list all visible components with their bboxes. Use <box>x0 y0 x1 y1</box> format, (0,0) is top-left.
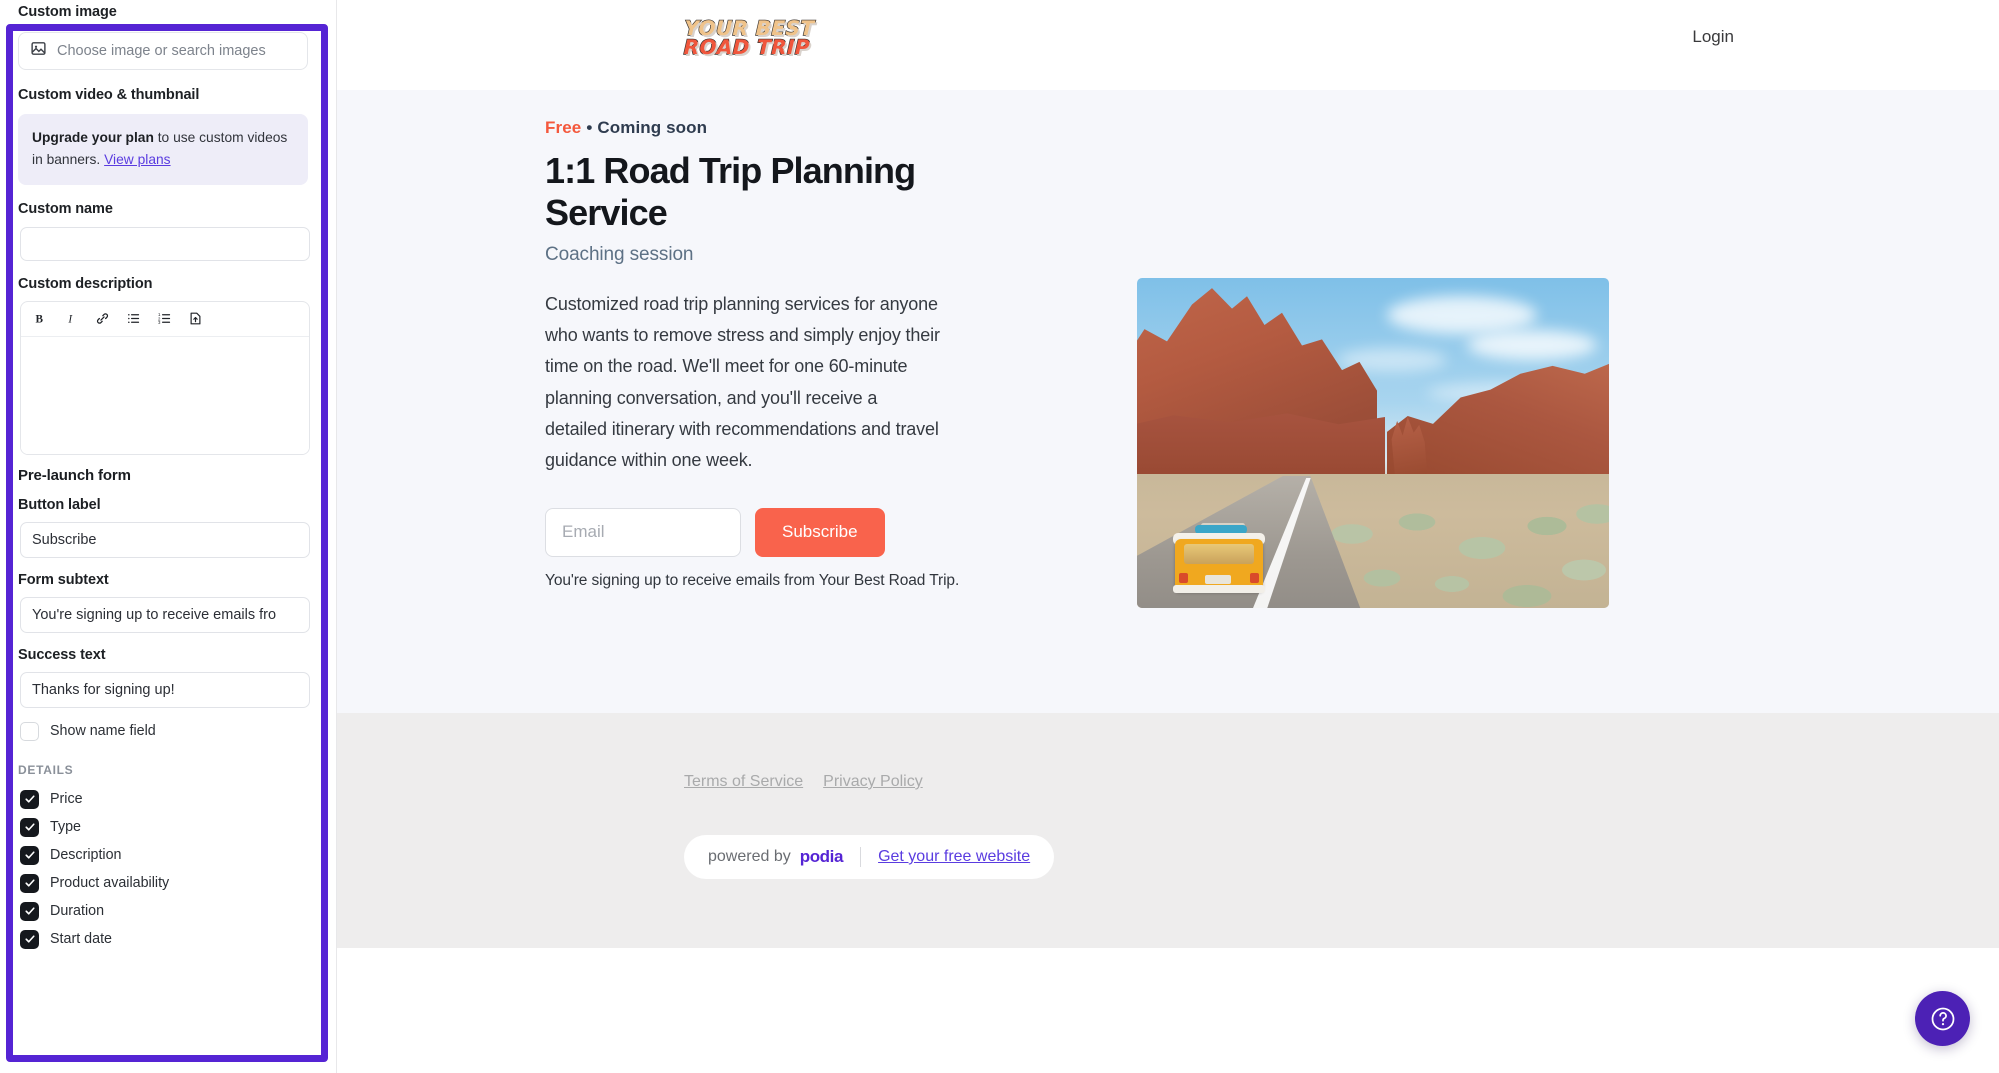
email-input[interactable]: Email <box>545 507 741 557</box>
type-checkbox[interactable] <box>20 817 39 837</box>
logo-line-2: ROAD TRIP <box>683 35 811 60</box>
custom-name-input[interactable] <box>20 226 310 261</box>
detail-row-price[interactable]: Price <box>20 789 318 809</box>
detail-label-duration: Duration <box>50 903 105 920</box>
success-text-label: Success text <box>18 646 106 663</box>
file-upload-icon[interactable] <box>182 306 208 332</box>
powered-by-label: powered by <box>708 848 791 865</box>
availability-badge: Coming soon <box>597 118 708 137</box>
site-logo[interactable]: YOUR BEST ROAD TRIP <box>683 15 816 60</box>
powered-by-podia-badge: powered by podia Get your free website <box>684 835 1055 879</box>
product-description: Customized road trip planning services f… <box>545 294 940 470</box>
custom-name-label: Custom name <box>18 200 113 217</box>
detail-row-description[interactable]: Description <box>20 845 318 865</box>
detail-label-type: Type <box>50 819 81 836</box>
detail-label-price: Price <box>50 791 83 808</box>
bold-icon[interactable]: B <box>27 306 53 332</box>
detail-row-type[interactable]: Type <box>20 817 318 837</box>
detail-row-duration[interactable]: Duration <box>20 901 318 921</box>
custom-image-picker[interactable]: Choose image or search images <box>18 32 308 70</box>
show-name-field-label: Show name field <box>50 723 156 740</box>
duration-checkbox[interactable] <box>20 901 39 921</box>
product-type: Coaching session <box>545 244 694 266</box>
custom-description-label: Custom description <box>18 275 153 292</box>
svg-text:B: B <box>35 313 43 325</box>
detail-row-product-availability[interactable]: Product availability <box>20 873 318 893</box>
terms-of-service-link[interactable]: Terms of Service <box>684 773 803 791</box>
form-subtext-input[interactable]: You're signing up to receive emails fro <box>20 596 310 633</box>
price-checkbox[interactable] <box>20 789 39 809</box>
show-name-field-row[interactable]: Show name field <box>20 721 318 741</box>
custom-video-label: Custom video & thumbnail <box>18 87 200 103</box>
page-title: 1:1 Road Trip Planning Service <box>545 150 916 234</box>
numbered-list-icon[interactable]: 1 2 3 <box>151 306 177 332</box>
rich-text-toolbar: B I 1 2 3 <box>21 302 309 337</box>
detail-label-product-availability: Product availability <box>50 875 170 892</box>
site-header: YOUR BEST ROAD TRIP Login <box>337 0 1999 90</box>
detail-label-description: Description <box>50 847 122 864</box>
get-free-website-link[interactable]: Get your free website <box>878 848 1030 866</box>
site-footer: Terms of Service Privacy Policy powered … <box>337 713 1999 948</box>
button-label-input[interactable]: Subscribe <box>20 521 310 558</box>
svg-text:3: 3 <box>157 320 160 325</box>
upgrade-plan-notice: Upgrade your plan to use custom videos i… <box>18 114 308 185</box>
hero-image-wrap <box>1137 278 1609 608</box>
detail-row-start-date[interactable]: Start date <box>20 929 318 949</box>
view-plans-link[interactable]: View plans <box>104 152 170 167</box>
bulleted-list-icon[interactable] <box>120 306 146 332</box>
podia-wordmark: podia <box>799 847 844 866</box>
editor-scroll-area[interactable]: Custom image Choose image or search imag… <box>0 0 336 1073</box>
price-badge: Free <box>545 118 582 137</box>
product-availability-checkbox[interactable] <box>20 873 39 893</box>
subscribe-button[interactable]: Subscribe <box>755 507 885 557</box>
custom-image-placeholder: Choose image or search images <box>57 43 266 59</box>
van-illustration <box>1171 523 1267 595</box>
show-name-field-checkbox[interactable] <box>20 721 39 741</box>
hero-image <box>1137 278 1609 608</box>
subscribe-form: Email Subscribe <box>545 507 965 557</box>
detail-label-start-date: Start date <box>50 931 112 948</box>
form-subtext-label: Form subtext <box>18 571 109 588</box>
italic-icon[interactable]: I <box>58 306 84 332</box>
prelaunch-form-heading: Pre-launch form <box>18 466 131 484</box>
footer-links: Terms of Service Privacy Policy <box>684 773 923 791</box>
page-bottom-space <box>337 948 1999 1073</box>
start-date-checkbox[interactable] <box>20 929 39 949</box>
custom-description-body[interactable] <box>21 336 309 454</box>
site-preview: YOUR BEST ROAD TRIP Login Free • Coming so… <box>336 0 1999 1073</box>
product-meta: Free • Coming soon <box>545 118 965 138</box>
privacy-policy-link[interactable]: Privacy Policy <box>823 773 923 791</box>
hero-section: Free • Coming soon 1:1 Road Trip Planning … <box>337 90 1999 713</box>
badge-divider <box>860 847 862 867</box>
upgrade-plan-bold: Upgrade your plan <box>32 130 154 145</box>
login-link[interactable]: Login <box>1692 27 1734 47</box>
success-text-input[interactable]: Thanks for signing up! <box>20 671 310 708</box>
description-checkbox[interactable] <box>20 845 39 865</box>
subscribe-form-note: You're signing up to receive emails from… <box>545 571 960 589</box>
image-icon <box>30 40 47 62</box>
button-label-label: Button label <box>18 496 101 513</box>
editor-sidebar: Custom image Choose image or search imag… <box>0 0 336 1073</box>
custom-image-label: Custom image <box>18 4 117 20</box>
link-icon[interactable] <box>89 306 115 332</box>
details-heading: DETAILS <box>18 762 74 777</box>
svg-text:I: I <box>67 313 73 325</box>
app-root: Custom image Choose image or search imag… <box>0 0 1999 1073</box>
custom-description-editor[interactable]: B I 1 2 3 <box>20 300 310 455</box>
meta-separator: • <box>586 118 593 137</box>
help-button[interactable] <box>1915 991 1970 1046</box>
